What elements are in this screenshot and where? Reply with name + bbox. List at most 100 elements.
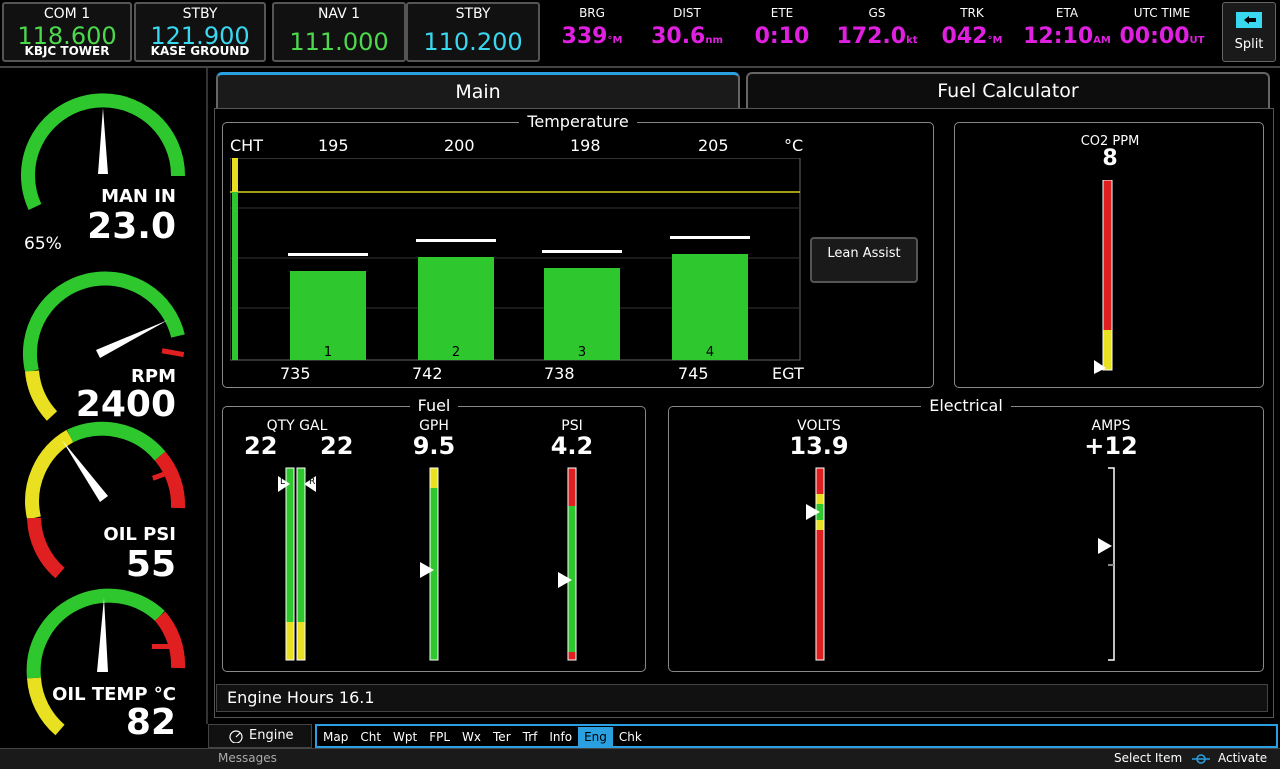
- datafield-eta[interactable]: ETA 12:10AM: [1021, 6, 1113, 62]
- datafield-value: 12:10AM: [1021, 24, 1113, 49]
- datafield-value: 0:10: [736, 24, 828, 49]
- nav-item-info[interactable]: Info: [543, 727, 578, 747]
- datafield-label: ETE: [770, 6, 794, 20]
- nav-item-wpt[interactable]: Wpt: [387, 727, 423, 747]
- man-percent: 65%: [24, 234, 62, 254]
- egt-peak-marker-3: [542, 250, 622, 253]
- com-standby-title: STBY: [182, 6, 218, 22]
- datafield-utc-time[interactable]: UTC TIME 00:00UT: [1116, 6, 1208, 62]
- engine-page-button[interactable]: Engine: [208, 724, 312, 748]
- datafield-unit: kt: [906, 35, 918, 46]
- datafield-value: 172.0kt: [831, 24, 923, 49]
- nav-item-wx[interactable]: Wx: [456, 727, 487, 747]
- datafield-unit: °M: [987, 35, 1003, 46]
- egt-cht-bar-chart: 1 2 3 4: [230, 158, 801, 361]
- fuel-left-marker: L: [280, 477, 286, 487]
- com-standby-station: KASE GROUND: [150, 44, 250, 58]
- amps-value: +12: [1084, 432, 1138, 460]
- cht-value-4: 205: [698, 136, 729, 155]
- com1-active-box[interactable]: COM 1 118.600 KBJC TOWER: [2, 2, 132, 62]
- datafield-gs[interactable]: GS 172.0kt: [831, 6, 923, 62]
- man-in-label: MAN IN: [101, 186, 176, 207]
- electrical-title: Electrical: [921, 396, 1011, 415]
- messages-label[interactable]: Messages: [218, 749, 277, 768]
- volts-bar-gauge: [806, 467, 825, 661]
- split-button[interactable]: Split: [1222, 2, 1276, 62]
- co2-value: 8: [1102, 146, 1118, 171]
- fuel-gph-value: 9.5: [412, 432, 456, 460]
- egt-peak-marker-2: [416, 239, 496, 242]
- cylinder-label-4: 4: [706, 345, 714, 360]
- datafield-label: UTC TIME: [1133, 6, 1191, 20]
- temperature-unit: °C: [784, 136, 804, 155]
- cylinder-label-1: 1: [324, 345, 332, 360]
- datafield-value-text: 172.0: [836, 24, 907, 49]
- datafield-value-text: 339: [561, 24, 608, 49]
- cylinder-label-2: 2: [452, 345, 460, 360]
- gauge-icon: [229, 730, 243, 743]
- split-icon: [1236, 12, 1262, 28]
- oil-psi-value: 55: [125, 544, 176, 585]
- cht-label: CHT: [230, 136, 263, 155]
- nav-item-eng[interactable]: Eng: [578, 727, 613, 747]
- nav-item-ter[interactable]: Ter: [487, 727, 517, 747]
- tab-main[interactable]: Main: [216, 72, 740, 108]
- tab-fuel-calculator[interactable]: Fuel Calculator: [746, 72, 1270, 108]
- oil-psi-label: OIL PSI: [103, 524, 176, 545]
- engine-button-label: Engine: [249, 728, 294, 743]
- fuel-pressure-bar-gauge: [558, 467, 577, 661]
- egt-value-4: 745: [678, 364, 709, 383]
- nav-standby-box[interactable]: STBY 110.200: [406, 2, 540, 62]
- com1-title: COM 1: [43, 6, 91, 22]
- datafield-value: 042°M: [926, 24, 1018, 49]
- rpm-value: 2400: [75, 384, 176, 425]
- nav-item-fpl[interactable]: FPL: [423, 727, 456, 747]
- datafield-brg[interactable]: BRG 339°M: [546, 6, 638, 62]
- egt-peak-marker-4: [670, 236, 750, 239]
- fuel-flow-bar-gauge: [420, 467, 439, 661]
- cht-value-1: 195: [318, 136, 349, 155]
- datafield-unit: nm: [705, 35, 723, 46]
- cht-value-2: 200: [444, 136, 475, 155]
- datafield-trk[interactable]: TRK 042°M: [926, 6, 1018, 62]
- cylinder-label-3: 3: [578, 345, 586, 360]
- lean-assist-button[interactable]: Lean Assist: [810, 237, 918, 283]
- com-standby-box[interactable]: STBY 121.900 KASE GROUND: [134, 2, 266, 62]
- nav-item-trf[interactable]: Trf: [517, 727, 544, 747]
- datafield-value-text: 042: [941, 24, 988, 49]
- nav-item-map[interactable]: Map: [317, 727, 354, 747]
- temperature-title: Temperature: [519, 112, 637, 131]
- datafield-value-text: 12:10: [1023, 24, 1094, 49]
- egt-value-3: 738: [544, 364, 575, 383]
- volts-value: 13.9: [789, 432, 849, 460]
- datafield-ete[interactable]: ETE 0:10: [736, 6, 828, 62]
- fuel-title: Fuel: [409, 396, 459, 415]
- cht-value-3: 198: [570, 136, 601, 155]
- datafield-label: BRG: [579, 6, 605, 20]
- datafield-value: 30.6nm: [641, 24, 733, 49]
- status-bar: Messages Select Item Activate: [0, 748, 1280, 769]
- datafield-unit: AM: [1093, 35, 1111, 46]
- datafield-label: DIST: [673, 6, 701, 20]
- activate-label: Activate: [1218, 751, 1268, 765]
- fuel-qty-bar-gauge: [278, 467, 316, 661]
- datafield-value-text: 30.6: [651, 24, 706, 49]
- nav-item-chk[interactable]: Chk: [613, 727, 648, 747]
- datafield-unit: UT: [1189, 35, 1205, 46]
- datafield-label: GS: [868, 6, 886, 20]
- amps-bar-gauge: [1098, 467, 1115, 661]
- datafield-dist[interactable]: DIST 30.6nm: [641, 6, 733, 62]
- oil-temp-value: 82: [125, 702, 176, 743]
- egt-value-1: 735: [280, 364, 311, 383]
- nav1-frequency: 111.000: [289, 28, 389, 56]
- co2-bar-gauge: [1094, 180, 1113, 374]
- datafield-value: 00:00UT: [1116, 24, 1208, 49]
- datafield-value-text: 00:00: [1119, 24, 1190, 49]
- nav1-active-box[interactable]: NAV 1 111.000: [272, 2, 406, 62]
- datafield-unit: °M: [607, 35, 623, 46]
- datafield-label: TRK: [960, 6, 984, 20]
- com1-station: KBJC TOWER: [24, 44, 110, 58]
- datafield-value: 339°M: [546, 24, 638, 49]
- nav-standby-title: STBY: [455, 6, 491, 22]
- nav-item-cht[interactable]: Cht: [354, 727, 387, 747]
